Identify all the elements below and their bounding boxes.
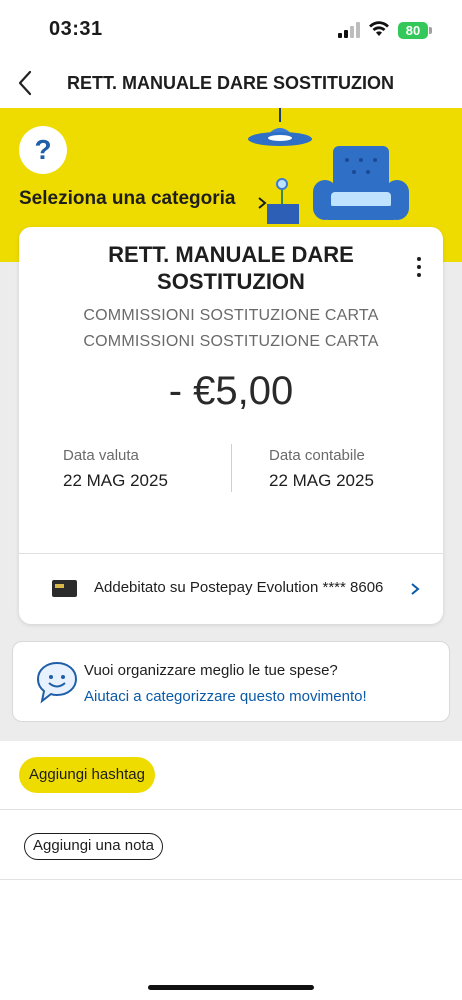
wifi-icon	[369, 21, 389, 36]
categorize-tip: Vuoi organizzare meglio le tue spese? Ai…	[12, 641, 450, 722]
add-note-button[interactable]: Aggiungi una nota	[24, 833, 163, 860]
transaction-amount: - €5,00	[168, 369, 294, 413]
battery-indicator: 80	[398, 22, 428, 39]
chat-smile-icon	[36, 661, 78, 704]
value-date: 22 MAG 2025	[63, 471, 168, 490]
accounting-date: 22 MAG 2025	[269, 471, 374, 490]
transaction-description: COMMISSIONI SOSTITUZIONE CARTA	[83, 333, 379, 350]
chevron-right-icon[interactable]	[410, 582, 420, 596]
transaction-title: RETT. MANUALE DARE SOSTITUZION	[59, 241, 403, 295]
status-time: 03:31	[49, 18, 103, 40]
select-category-link[interactable]: Seleziona una categoria	[19, 188, 235, 210]
more-options-icon[interactable]	[412, 257, 426, 281]
charged-on-account[interactable]: Addebitato su Postepay Evolution **** 86…	[94, 579, 383, 596]
battery-tip	[429, 27, 432, 34]
divider	[0, 879, 462, 880]
tip-question: Vuoi organizzare meglio le tue spese?	[84, 662, 338, 679]
armchair-illustration	[248, 108, 409, 224]
actions-area: Aggiungi hashtag Aggiungi una nota	[0, 741, 462, 1000]
card-icon	[52, 580, 77, 597]
transaction-description: COMMISSIONI SOSTITUZIONE CARTA	[83, 307, 379, 324]
card-divider	[19, 553, 443, 554]
value-date-label: Data valuta	[63, 447, 139, 464]
plant-icon	[267, 204, 299, 224]
navigation-bar: RETT. MANUALE DARE SOSTITUZION	[0, 58, 462, 108]
accounting-date-label: Data contabile	[269, 447, 365, 464]
signal-icon	[338, 22, 360, 38]
transaction-title-line1: RETT. MANUALE DARE	[108, 242, 354, 267]
date-divider	[231, 444, 232, 492]
home-indicator[interactable]	[148, 985, 314, 990]
status-bar: 03:31 80	[0, 0, 462, 58]
transaction-card: RETT. MANUALE DARE SOSTITUZION COMMISSIO…	[19, 227, 443, 624]
divider	[0, 809, 462, 810]
help-icon[interactable]: ?	[19, 126, 67, 174]
back-chevron-icon[interactable]	[14, 68, 38, 98]
categorize-link[interactable]: Aiutaci a categorizzare questo movimento…	[84, 688, 367, 705]
page-title: RETT. MANUALE DARE SOSTITUZION	[67, 73, 394, 93]
transaction-title-line2: SOSTITUZION	[157, 269, 305, 294]
add-hashtag-button[interactable]: Aggiungi hashtag	[19, 757, 155, 793]
